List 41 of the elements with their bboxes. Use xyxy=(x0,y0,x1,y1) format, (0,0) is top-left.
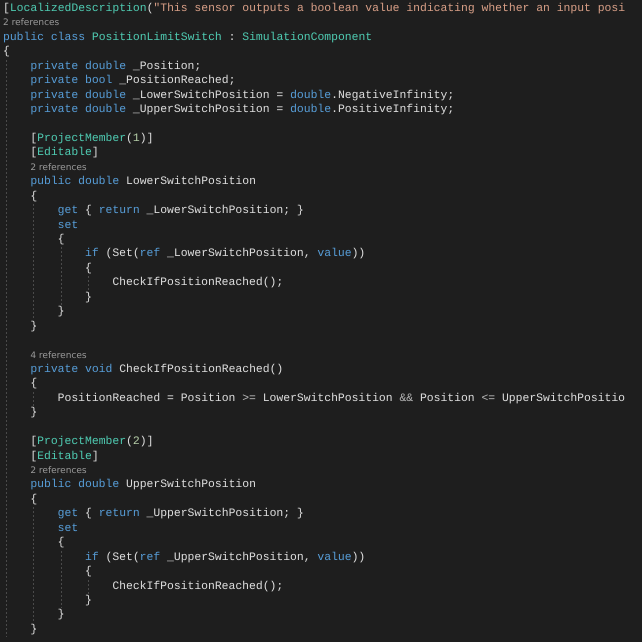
code-line: private bool _PositionReached; xyxy=(30,74,236,89)
code-line: } xyxy=(84,290,92,306)
code-line: private void CheckIfPositionReached() xyxy=(30,362,284,378)
code-line: public class PositionLimitSwitch : SimulationComponent xyxy=(3,30,372,46)
code-line: get { return _UpperSwitchPosition; } xyxy=(58,507,304,522)
code-line: CheckIfPositionReached(); xyxy=(112,580,284,594)
code-line: set xyxy=(58,522,78,536)
code-line: public double UpperSwitchPosition xyxy=(30,478,256,493)
code-line: } xyxy=(30,320,38,334)
references-link[interactable]: 2 references xyxy=(30,464,87,478)
code-line: private double _LowerSwitchPosition = double.NegativeInfinity; xyxy=(30,88,454,104)
code-line: [ProjectMember(2)] xyxy=(30,435,154,450)
code-line: } xyxy=(30,406,38,421)
code-line: [ProjectMember(1)] xyxy=(30,132,154,146)
code-line: { xyxy=(58,536,64,551)
code-line: private double _UpperSwitchPosition = double.PositiveInfinity; xyxy=(30,103,454,118)
code-line: [Editable] xyxy=(30,146,99,161)
code-line: if (Set(ref _LowerSwitchPosition, value)) xyxy=(84,247,366,262)
code-line: { xyxy=(3,45,10,60)
code-line: [LocalizedDescription("This sensor outputs a boolean value indicating whether an input posi xyxy=(3,2,626,16)
code-line: PositionReached = Position >= LowerSwitchPosition && Position <= UpperSwitchPositio xyxy=(58,392,626,406)
code-line: } xyxy=(58,305,64,320)
references-link[interactable]: 4 references xyxy=(30,348,87,363)
code-line: { xyxy=(84,565,92,580)
references-link[interactable]: 2 references xyxy=(3,16,60,31)
code-line: { xyxy=(30,190,38,204)
code-line: get { return _LowerSwitchPosition; } xyxy=(58,204,304,219)
code-line: [Editable] xyxy=(30,450,99,464)
code-line: { xyxy=(58,233,64,248)
code-line: } xyxy=(58,608,64,623)
code-line: CheckIfPositionReached(); xyxy=(112,276,284,291)
code-line: { xyxy=(30,492,38,508)
code-line: { xyxy=(84,262,92,276)
code-line: } xyxy=(84,594,92,608)
code-line: set xyxy=(58,218,78,234)
code-line: } xyxy=(30,622,38,638)
code-line: if (Set(ref _UpperSwitchPosition, value)) xyxy=(84,550,366,566)
code-line: { xyxy=(30,377,38,392)
references-link[interactable]: 2 references xyxy=(30,160,87,176)
code-line: private double _Position; xyxy=(30,60,202,74)
code-line: public double LowerSwitchPosition xyxy=(30,175,256,190)
